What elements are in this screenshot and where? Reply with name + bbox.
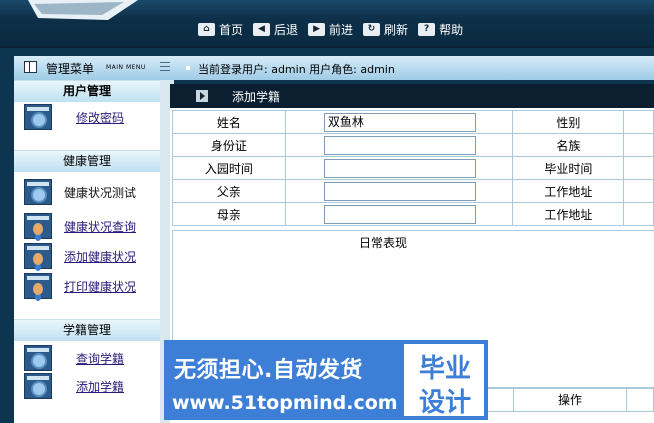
id-card-cell (284, 133, 514, 157)
top-header: ⌂ 首页 ◀ 后退 ▶ 前进 ↻ 刷新 ? 帮助 (0, 0, 654, 48)
form-row: 父亲 工作地址 (172, 179, 654, 203)
back-label: 后退 (274, 22, 299, 37)
mother-input[interactable] (323, 204, 476, 224)
home-icon: ⌂ (198, 22, 215, 36)
forward-button[interactable]: ▶ 前进 (308, 21, 353, 38)
user-settings-icon (24, 104, 52, 130)
ethnicity-cell[interactable] (623, 133, 654, 157)
mother-label: 母亲 (172, 202, 286, 226)
form-header: 添加学籍 (170, 84, 654, 108)
gear-icon (24, 179, 52, 205)
sidebar-subtitle: MAIN MENU (106, 64, 146, 71)
form-row: 身份证 名族 (172, 133, 654, 157)
user-info-bar: 当前登录用户: admin 用户角色: admin (174, 56, 654, 80)
sidebar-item-health-query[interactable]: 健康状况查询 (24, 212, 136, 240)
sidebar-item-label[interactable]: 修改密码 (76, 109, 124, 126)
form-row: 姓名 双鱼林 性别 (172, 110, 654, 134)
sidebar-item-label[interactable]: 添加学籍 (76, 378, 124, 395)
gender-label: 性别 (512, 110, 625, 134)
daily-performance-label: 日常表现 (358, 236, 407, 250)
enroll-date-cell (284, 156, 514, 180)
sidebar-item-label[interactable]: 添加健康状况 (64, 248, 136, 265)
group-user-management[interactable]: 用户管理 (14, 80, 160, 102)
banner-badge: 毕业 设计 (404, 344, 484, 418)
sidebar-item-print-health[interactable]: 打印健康状况 (24, 272, 136, 300)
refresh-button[interactable]: ↻ 刷新 (363, 21, 408, 38)
ethnicity-label: 名族 (512, 133, 625, 157)
current-user-text: 当前登录用户: admin 用户角色: admin (198, 63, 395, 76)
mother-cell (284, 202, 514, 226)
form-row: 入园时间 毕业时间 (172, 156, 654, 180)
refresh-label: 刷新 (384, 22, 409, 37)
operation-right-cell[interactable] (626, 388, 654, 412)
sidebar-title: 管理菜单 (46, 62, 95, 76)
banner-slogan: 无须担心.自动发货 (174, 358, 363, 383)
id-card-input[interactable] (323, 135, 476, 155)
sidebar-item-label[interactable]: 健康状况测试 (64, 184, 136, 201)
mother-work-address-cell[interactable] (623, 202, 654, 226)
watermark-banner: 无须担心.自动发货 www.51topmind.com 毕业 设计 (164, 340, 488, 420)
home-button[interactable]: ⌂ 首页 (198, 21, 243, 38)
play-arrow-icon (196, 90, 208, 102)
logo-graphic (28, 0, 138, 20)
user-icon (24, 243, 52, 269)
graduation-date-cell[interactable] (623, 156, 654, 180)
home-label: 首页 (219, 22, 244, 37)
sidebar-item-label[interactable]: 查询学籍 (76, 350, 124, 367)
forward-arrow-icon: ▶ (308, 22, 326, 36)
header-divider (0, 46, 654, 48)
help-label: 帮助 (439, 22, 464, 37)
user-icon (24, 213, 52, 239)
sidebar-item-change-password[interactable]: 修改密码 (24, 103, 124, 131)
sidebar-item-add-enrollment[interactable]: 添加学籍 (24, 372, 124, 400)
father-cell (284, 179, 514, 203)
enroll-date-label: 入园时间 (172, 156, 286, 180)
form-row: 母亲 工作地址 (172, 202, 654, 226)
back-button[interactable]: ◀ 后退 (253, 21, 298, 38)
enrollment-form: 姓名 双鱼林 性别 身份证 名族 入园时间 毕业时间 父亲 工作地址 母亲 工作… (172, 110, 654, 226)
back-arrow-icon: ◀ (253, 22, 271, 36)
refresh-icon: ↻ (363, 22, 381, 36)
father-input[interactable] (323, 181, 476, 201)
sidebar-item-add-health[interactable]: 添加健康状况 (24, 242, 136, 270)
operation-label: 操作 (513, 388, 627, 412)
sidebar-item-query-enrollment[interactable]: 查询学籍 (24, 344, 124, 372)
gear-icon (24, 373, 52, 399)
id-card-label: 身份证 (172, 133, 286, 157)
form-title: 添加学籍 (232, 90, 281, 104)
group-health-management[interactable]: 健康管理 (14, 150, 160, 172)
help-icon: ? (418, 22, 436, 36)
sidebar-item-label[interactable]: 健康状况查询 (64, 218, 136, 235)
sidebar-item-health-test[interactable]: 健康状况测试 (24, 178, 136, 206)
group-enrollment-management[interactable]: 学籍管理 (14, 319, 160, 341)
enroll-date-input[interactable] (323, 158, 476, 178)
father-label: 父亲 (172, 179, 286, 203)
name-cell: 双鱼林 (284, 110, 514, 134)
panel-icon (24, 61, 37, 73)
sidebar-header: 管理菜单 MAIN MENU (14, 56, 174, 80)
user-icon (24, 273, 52, 299)
gender-cell[interactable] (623, 110, 654, 134)
badge-line1: 毕业 (418, 354, 471, 384)
bullet-icon (186, 66, 190, 70)
name-input[interactable]: 双鱼林 (323, 112, 476, 132)
gear-icon (24, 345, 52, 371)
toolbar: ⌂ 首页 ◀ 后退 ▶ 前进 ↻ 刷新 ? 帮助 (198, 20, 473, 38)
badge-line2: 设计 (418, 388, 471, 418)
mother-work-address-label: 工作地址 (512, 202, 625, 226)
father-work-address-cell[interactable] (623, 179, 654, 203)
help-button[interactable]: ? 帮助 (418, 21, 463, 38)
banner-url: www.51topmind.com (172, 392, 398, 414)
menu-toggle-icon[interactable] (160, 62, 170, 71)
sidebar-item-label[interactable]: 打印健康状况 (64, 278, 136, 295)
father-work-address-label: 工作地址 (512, 179, 625, 203)
name-label: 姓名 (172, 110, 286, 134)
graduation-date-label: 毕业时间 (512, 156, 625, 180)
forward-label: 前进 (329, 22, 354, 37)
